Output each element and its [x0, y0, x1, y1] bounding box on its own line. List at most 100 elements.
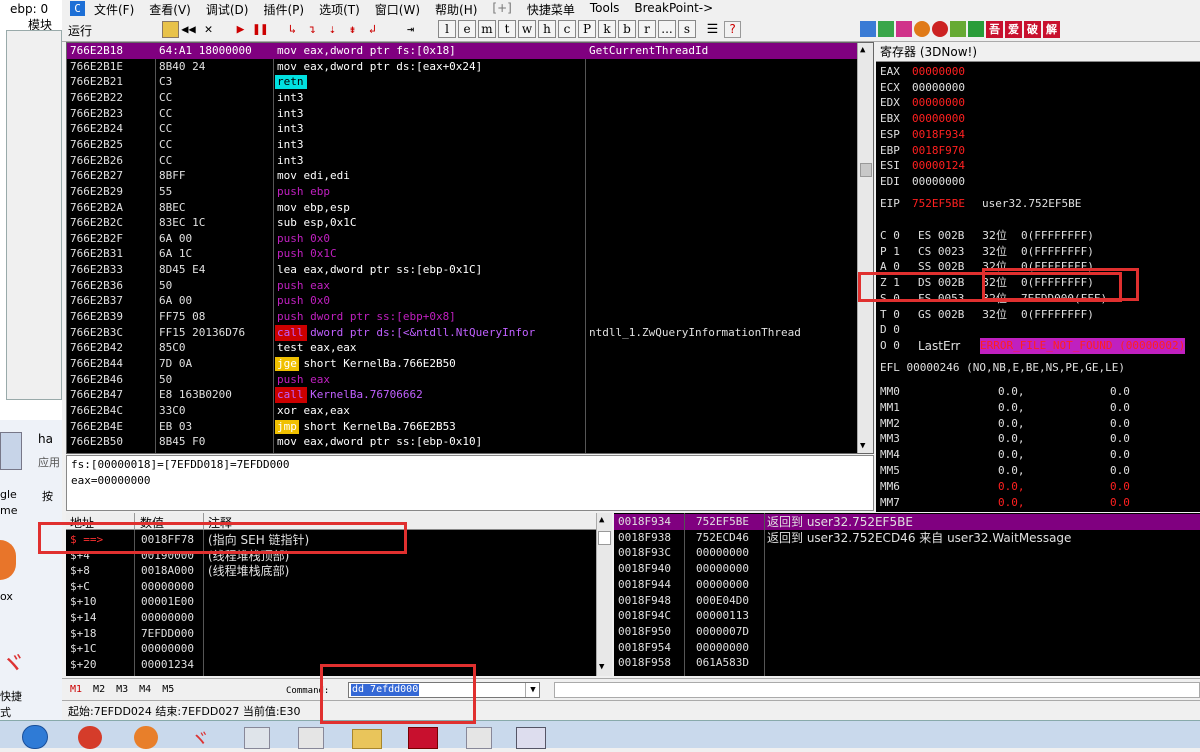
tab-m5[interactable]: M5 — [162, 684, 174, 695]
disasm-row[interactable]: 766E2B1E 8B40 24 mov eax,dword ptr ds:[eax… — [67, 59, 857, 75]
disasm-row[interactable]: 766E2B33 8D45 E4 lea eax,dword ptr ss:[ebp… — [67, 262, 857, 278]
flag-item[interactable]: S 0 — [880, 291, 900, 307]
mmx-value-1[interactable]: 0.0, — [998, 400, 1025, 416]
dump-row[interactable]: $+8 0018A000 (线程堆栈底部) — [66, 563, 596, 579]
stack-row[interactable]: 0018F93C 00000000 — [614, 545, 1200, 561]
flag-item[interactable]: P 1 — [880, 244, 900, 260]
stack-row[interactable]: 0018F940 00000000 — [614, 561, 1200, 577]
ai-icon[interactable]: 爱 — [1005, 21, 1022, 38]
tab-m4[interactable]: M4 — [139, 684, 151, 695]
menu-debug[interactable]: 调试(D) — [206, 1, 249, 18]
mmx-value-1[interactable]: 0.0, — [998, 495, 1025, 511]
toolbar-letter-button[interactable]: w — [518, 20, 536, 38]
disasm-row[interactable]: 766E2B22 CC int3 — [67, 90, 857, 106]
stack-row[interactable]: 0018F938 752ECD46 返回到 user32.752ECD46 来自 u… — [614, 530, 1200, 546]
menu-plus[interactable]: [+] — [492, 1, 511, 18]
disasm-row[interactable]: 766E2B4E EB 03 jmp short KernelBa.766E2B53 — [67, 419, 857, 435]
tab-m3[interactable]: M3 — [116, 684, 128, 695]
mmx-value-1[interactable]: 0.0, — [998, 431, 1025, 447]
toolbar-letter-button[interactable]: m — [478, 20, 496, 38]
disasm-row[interactable]: 766E2B2C 83EC 1C sub esp,0x1C — [67, 215, 857, 231]
stack-row[interactable]: 0018F958 061A583D — [614, 655, 1200, 671]
disasm-row[interactable]: 766E2B47 E8 163B0200 call KernelBa.7670666… — [67, 387, 857, 404]
command-input[interactable]: dd 7efdd000 ▼ — [348, 682, 540, 698]
disasm-row[interactable]: 766E2B37 6A 00 push 0x0 — [67, 293, 857, 309]
tab-m1[interactable]: M1 — [70, 684, 82, 695]
mmx-value-1[interactable]: 0.0, — [998, 479, 1025, 495]
stack-pane[interactable]: 0018F934 752EF5BE 返回到 user32.752EF5BE 0018F… — [614, 513, 1200, 676]
stack-row[interactable]: 0018F94C 00000113 — [614, 608, 1200, 624]
menu-options[interactable]: 选项(T) — [319, 1, 360, 18]
mmx-value-2[interactable]: 0.0 — [1110, 463, 1130, 479]
menu-help[interactable]: 帮助(H) — [435, 1, 477, 18]
disasm-row[interactable]: 766E2B4C 33C0 xor eax,eax — [67, 403, 857, 419]
menu-window[interactable]: 窗口(W) — [375, 1, 420, 18]
eip-value[interactable]: 752EF5BE — [912, 196, 965, 212]
disasm-row[interactable]: 766E2B46 50 push eax — [67, 372, 857, 388]
taskbar-app-2[interactable] — [298, 727, 324, 749]
plugin-icon-6[interactable] — [950, 21, 966, 37]
toolbar-letter-button[interactable]: r — [638, 20, 656, 38]
plugin-icon-3[interactable] — [896, 21, 912, 37]
toolbar-letter-button[interactable]: t — [498, 20, 516, 38]
run-icon[interactable]: ▶ — [232, 21, 249, 38]
jie-icon[interactable]: 解 — [1043, 21, 1060, 38]
disasm-row[interactable]: 766E2B36 50 push eax — [67, 278, 857, 294]
registers-pane[interactable]: 寄存器 (3DNow!) EAX 00000000 ECX 00000000 EDX 00… — [876, 42, 1200, 512]
mmx-value-2[interactable]: 0.0 — [1110, 416, 1130, 432]
toolbar-letter-button[interactable]: e — [458, 20, 476, 38]
disassembly-pane[interactable]: 766E2B18 64:A1 18000000 mov eax,dword ptr … — [66, 42, 874, 454]
toolbar-letter-button[interactable]: c — [558, 20, 576, 38]
register-value[interactable]: 00000000 — [912, 174, 965, 190]
stack-row[interactable]: 0018F944 00000000 — [614, 577, 1200, 593]
plugin-icon-4[interactable] — [914, 21, 930, 37]
disasm-row[interactable]: 766E2B2F 6A 00 push 0x0 — [67, 231, 857, 247]
efl-register[interactable]: EFL 00000246 (NO,NB,E,BE,NS,PE,GE,LE) — [880, 360, 1125, 376]
disasm-row[interactable]: 766E2B23 CC int3 — [67, 106, 857, 122]
taskbar-app-1[interactable] — [244, 727, 270, 749]
taskbar-app-4[interactable] — [466, 727, 492, 749]
flag-item[interactable]: T 0 — [880, 307, 900, 323]
mmx-value-2[interactable]: 0.0 — [1110, 431, 1130, 447]
app-icon[interactable] — [0, 432, 22, 470]
command-right-field[interactable] — [554, 682, 1200, 698]
mmx-value-1[interactable]: 0.0, — [998, 463, 1025, 479]
dump-row[interactable]: $+1C 00000000 — [66, 641, 596, 657]
disasm-row[interactable]: 766E2B31 6A 1C push 0x1C — [67, 246, 857, 262]
toolbar-letter-button[interactable]: k — [598, 20, 616, 38]
menu-plugins[interactable]: 插件(P) — [263, 1, 304, 18]
flag-item[interactable]: O 0 — [880, 338, 900, 354]
register-value[interactable]: 00000000 — [912, 80, 965, 96]
dump-row[interactable]: $+20 00001234 — [66, 657, 596, 673]
flag-item[interactable]: A 0 — [880, 259, 900, 275]
flag-item[interactable]: C 0 — [880, 228, 900, 244]
toolbar-letter-button[interactable]: ... — [658, 20, 676, 38]
toolbar-letter-button[interactable]: P — [578, 20, 596, 38]
mmx-value-2[interactable]: 0.0 — [1110, 447, 1130, 463]
taskbar-app-5[interactable] — [516, 727, 546, 749]
disasm-row[interactable]: 766E2B42 85C0 test eax,eax — [67, 340, 857, 356]
register-value[interactable]: 00000124 — [912, 158, 965, 174]
toolbar-letter-button[interactable]: s — [678, 20, 696, 38]
disasm-row[interactable]: 766E2B26 CC int3 — [67, 153, 857, 169]
plugin-icon-2[interactable] — [878, 21, 894, 37]
mmx-value-1[interactable]: 0.0, — [998, 384, 1025, 400]
plugin-icon-5[interactable] — [932, 21, 948, 37]
register-value[interactable]: 0018F970 — [912, 143, 965, 159]
tab-m2[interactable]: M2 — [93, 684, 105, 695]
close-icon[interactable]: ✕ — [200, 21, 217, 38]
mmx-value-2[interactable]: 0.0 — [1110, 400, 1130, 416]
toolbar-letter-button[interactable]: l — [438, 20, 456, 38]
execute-till-return-icon[interactable]: ↲ — [364, 21, 381, 38]
stack-row[interactable]: 0018F948 000E04D0 — [614, 593, 1200, 609]
mmx-value-1[interactable]: 0.0, — [998, 416, 1025, 432]
stack-row[interactable]: 0018F950 0000007D — [614, 624, 1200, 640]
plugin-icon-1[interactable] — [860, 21, 876, 37]
flag-item[interactable]: Z 1 — [880, 275, 900, 291]
toolbar-letter-button[interactable]: b — [618, 20, 636, 38]
plugin-icon-7[interactable] — [968, 21, 984, 37]
menu-view[interactable]: 查看(V) — [149, 1, 191, 18]
dump-row[interactable]: $+4 00190000 (线程堆栈顶部) — [66, 548, 596, 564]
shortcut-taskbar-icon[interactable]: ヾ — [190, 723, 214, 751]
disasm-row[interactable]: 766E2B44 7D 0A jge short KernelBa.766E2B50 — [67, 356, 857, 372]
